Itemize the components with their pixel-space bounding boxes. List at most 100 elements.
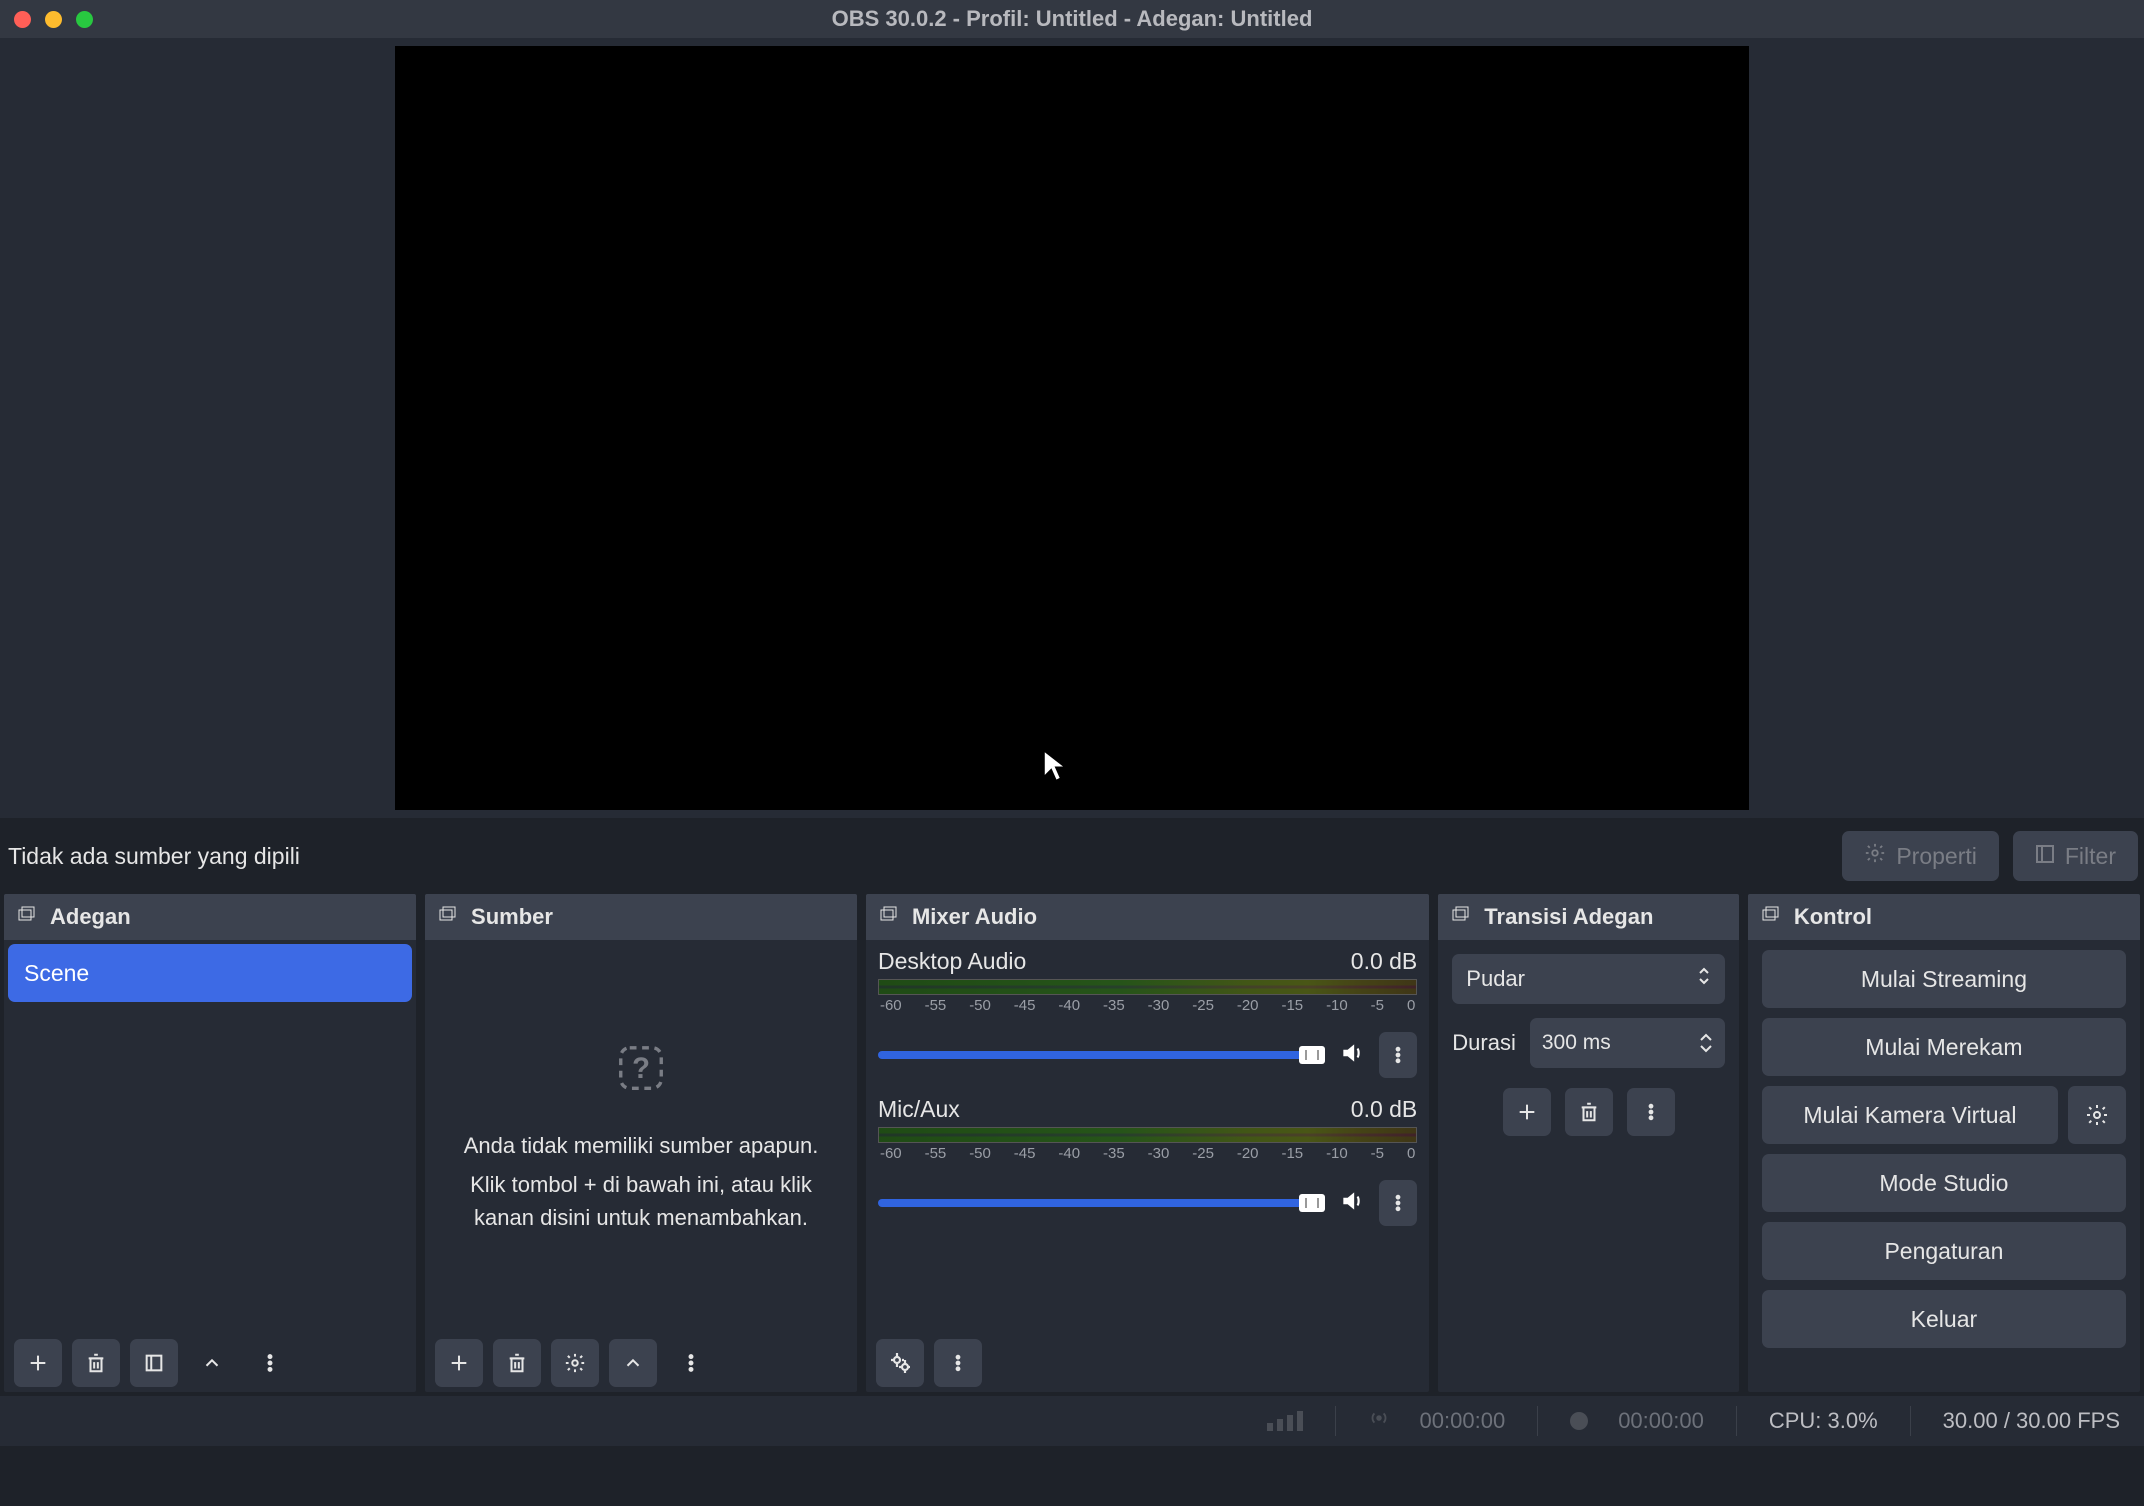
scenes-title: Adegan bbox=[50, 904, 131, 930]
preview-area bbox=[0, 38, 2144, 818]
remove-scene-button[interactable] bbox=[72, 1339, 120, 1387]
remove-transition-button[interactable] bbox=[1565, 1088, 1613, 1136]
start-streaming-button[interactable]: Mulai Streaming bbox=[1762, 950, 2126, 1008]
start-virtual-camera-button[interactable]: Mulai Kamera Virtual bbox=[1762, 1086, 2058, 1144]
source-settings-button[interactable] bbox=[551, 1339, 599, 1387]
popout-icon bbox=[878, 904, 898, 930]
scenes-dock: Adegan Scene bbox=[4, 894, 416, 1392]
duration-label: Durasi bbox=[1452, 1030, 1516, 1056]
filter-label: Filter bbox=[2065, 843, 2116, 870]
status-bar: 00:00:00 00:00:00 CPU: 3.0% 30.00 / 30.0… bbox=[0, 1396, 2144, 1446]
mixer-title: Mixer Audio bbox=[912, 904, 1037, 930]
mixer-dock: Mixer Audio Desktop Audio 0.0 dB -60-55-… bbox=[866, 894, 1429, 1392]
sources-toolbar bbox=[425, 1334, 857, 1392]
filter-icon bbox=[2035, 843, 2055, 870]
start-recording-button[interactable]: Mulai Merekam bbox=[1762, 1018, 2126, 1076]
record-time: 00:00:00 bbox=[1618, 1408, 1704, 1434]
add-source-button[interactable] bbox=[435, 1339, 483, 1387]
move-scene-up-button[interactable] bbox=[188, 1339, 236, 1387]
popout-icon bbox=[437, 904, 457, 930]
virtual-camera-settings-button[interactable] bbox=[2068, 1086, 2126, 1144]
studio-mode-button[interactable]: Mode Studio bbox=[1762, 1154, 2126, 1212]
scene-more-button[interactable] bbox=[246, 1339, 294, 1387]
sources-empty-state: ? Anda tidak memiliki sumber apapun. Kli… bbox=[425, 940, 857, 1334]
select-arrows-icon bbox=[1697, 965, 1711, 993]
properties-label: Properti bbox=[1896, 843, 1977, 870]
sources-title: Sumber bbox=[471, 904, 553, 930]
broadcast-icon bbox=[1368, 1407, 1390, 1435]
scenes-header[interactable]: Adegan bbox=[4, 894, 416, 940]
scene-item[interactable]: Scene bbox=[8, 944, 412, 1002]
question-icon: ? bbox=[614, 1041, 668, 1095]
speaker-icon[interactable] bbox=[1339, 1188, 1365, 1219]
duration-row: Durasi 300 ms bbox=[1452, 1018, 1725, 1068]
scenes-list[interactable]: Scene bbox=[4, 940, 416, 1334]
track-more-button[interactable] bbox=[1379, 1180, 1417, 1226]
mixer-toolbar bbox=[866, 1334, 1429, 1392]
controls-title: Kontrol bbox=[1794, 904, 1872, 930]
transitions-header[interactable]: Transisi Adegan bbox=[1438, 894, 1739, 940]
popout-icon bbox=[1450, 904, 1470, 930]
settings-button[interactable]: Pengaturan bbox=[1762, 1222, 2126, 1280]
audio-track-mic: Mic/Aux 0.0 dB -60-55-50-45-40-35-30-25-… bbox=[866, 1088, 1429, 1236]
docks-row: Adegan Scene Sumber ? Anda tidak memi bbox=[0, 894, 2144, 1392]
track-more-button[interactable] bbox=[1379, 1032, 1417, 1078]
scenes-toolbar bbox=[4, 1334, 416, 1392]
minimize-window-icon[interactable] bbox=[45, 11, 62, 28]
close-window-icon[interactable] bbox=[14, 11, 31, 28]
volume-slider[interactable] bbox=[878, 1051, 1325, 1059]
scene-item-label: Scene bbox=[24, 960, 89, 987]
mixer-body: Desktop Audio 0.0 dB -60-55-50-45-40-35-… bbox=[866, 940, 1429, 1334]
fps-display: 30.00 / 30.00 FPS bbox=[1943, 1408, 2120, 1434]
transitions-title: Transisi Adegan bbox=[1484, 904, 1653, 930]
mixer-more-button[interactable] bbox=[934, 1339, 982, 1387]
volume-slider[interactable] bbox=[878, 1199, 1325, 1207]
track-name: Desktop Audio bbox=[878, 948, 1026, 975]
move-source-up-button[interactable] bbox=[609, 1339, 657, 1387]
maximize-window-icon[interactable] bbox=[76, 11, 93, 28]
scene-filter-button[interactable] bbox=[130, 1339, 178, 1387]
filter-button[interactable]: Filter bbox=[2013, 831, 2138, 881]
gear-icon bbox=[1864, 842, 1886, 870]
popout-icon bbox=[16, 904, 36, 930]
cpu-usage: CPU: 3.0% bbox=[1769, 1408, 1878, 1434]
audio-meter bbox=[878, 1127, 1417, 1143]
properties-bar: Tidak ada sumber yang dipili Properti Fi… bbox=[0, 818, 2144, 894]
controls-header[interactable]: Kontrol bbox=[1748, 894, 2140, 940]
mixer-settings-button[interactable] bbox=[876, 1339, 924, 1387]
transition-more-button[interactable] bbox=[1627, 1088, 1675, 1136]
sources-empty-line1: Anda tidak memiliki sumber apapun. bbox=[464, 1129, 819, 1162]
speaker-icon[interactable] bbox=[1339, 1040, 1365, 1071]
title-bar: OBS 30.0.2 - Profil: Untitled - Adegan: … bbox=[0, 0, 2144, 38]
transition-select[interactable]: Pudar bbox=[1452, 954, 1725, 1004]
cursor-icon bbox=[1041, 748, 1071, 782]
duration-value: 300 ms bbox=[1542, 1031, 1611, 1055]
sources-dock: Sumber ? Anda tidak memiliki sumber apap… bbox=[425, 894, 857, 1392]
popout-icon bbox=[1760, 904, 1780, 930]
track-name: Mic/Aux bbox=[878, 1096, 960, 1123]
add-transition-button[interactable] bbox=[1503, 1088, 1551, 1136]
add-scene-button[interactable] bbox=[14, 1339, 62, 1387]
track-db: 0.0 dB bbox=[1351, 948, 1418, 975]
meter-scale: -60-55-50-45-40-35-30-25-20-15-10-50 bbox=[878, 1145, 1417, 1162]
mixer-header[interactable]: Mixer Audio bbox=[866, 894, 1429, 940]
controls-dock: Kontrol Mulai Streaming Mulai Merekam Mu… bbox=[1748, 894, 2140, 1392]
transition-selected: Pudar bbox=[1466, 966, 1525, 992]
stream-time: 00:00:00 bbox=[1420, 1408, 1506, 1434]
source-more-button[interactable] bbox=[667, 1339, 715, 1387]
preview-canvas[interactable] bbox=[395, 46, 1749, 810]
svg-text:?: ? bbox=[632, 1053, 650, 1085]
sources-list[interactable]: ? Anda tidak memiliki sumber apapun. Kli… bbox=[425, 940, 857, 1334]
exit-button[interactable]: Keluar bbox=[1762, 1290, 2126, 1348]
window-title: OBS 30.0.2 - Profil: Untitled - Adegan: … bbox=[832, 6, 1313, 32]
properties-button[interactable]: Properti bbox=[1842, 831, 1999, 881]
remove-source-button[interactable] bbox=[493, 1339, 541, 1387]
track-db: 0.0 dB bbox=[1351, 1096, 1418, 1123]
record-indicator-icon bbox=[1570, 1412, 1588, 1430]
no-source-message: Tidak ada sumber yang dipili bbox=[6, 843, 300, 870]
transitions-body: Pudar Durasi 300 ms bbox=[1438, 940, 1739, 1136]
spinner-buttons[interactable] bbox=[1699, 1032, 1713, 1054]
sources-header[interactable]: Sumber bbox=[425, 894, 857, 940]
transitions-dock: Transisi Adegan Pudar Durasi 300 ms bbox=[1438, 894, 1739, 1392]
duration-input[interactable]: 300 ms bbox=[1530, 1018, 1725, 1068]
